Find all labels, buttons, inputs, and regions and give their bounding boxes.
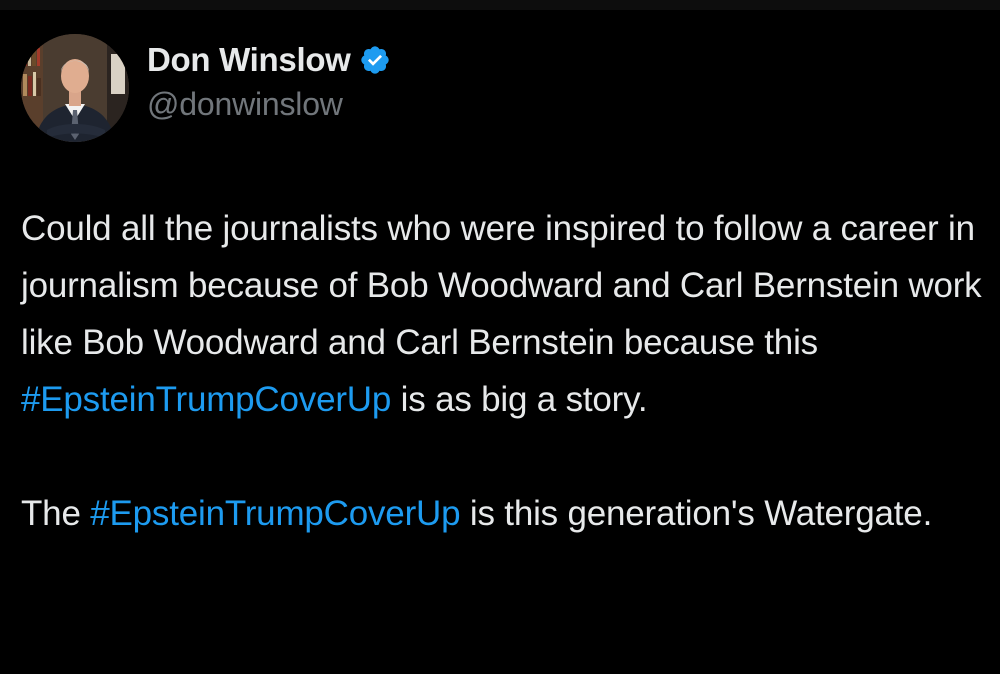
avatar[interactable]	[21, 34, 129, 142]
verified-badge-icon[interactable]	[359, 44, 391, 76]
tweet-text: Could all the journalists who were inspi…	[21, 200, 991, 542]
name-row: Don Winslow	[147, 41, 391, 79]
top-divider	[0, 0, 1000, 10]
tweet-text-segment: Could all the journalists who were inspi…	[21, 209, 982, 362]
hashtag-link[interactable]: #EpsteinTrumpCoverUp	[21, 380, 391, 419]
tweet-text-segment: is as big a story.	[391, 380, 648, 419]
tweet-paragraph-1: Could all the journalists who were inspi…	[21, 200, 991, 428]
user-handle[interactable]: @donwinslow	[147, 86, 391, 123]
tweet-paragraph-2: The #EpsteinTrumpCoverUp is this generat…	[21, 485, 991, 542]
avatar-photo-icon	[21, 34, 129, 142]
hashtag-link[interactable]: #EpsteinTrumpCoverUp	[90, 494, 460, 533]
author-block: Don Winslow @donwinslow	[147, 41, 391, 123]
tweet-text-segment: is this generation's Watergate.	[460, 494, 933, 533]
tweet-text-segment: The	[21, 494, 91, 533]
display-name[interactable]: Don Winslow	[147, 41, 351, 79]
tweet-card: Don Winslow @donwinslow Could all the jo…	[0, 10, 1000, 674]
